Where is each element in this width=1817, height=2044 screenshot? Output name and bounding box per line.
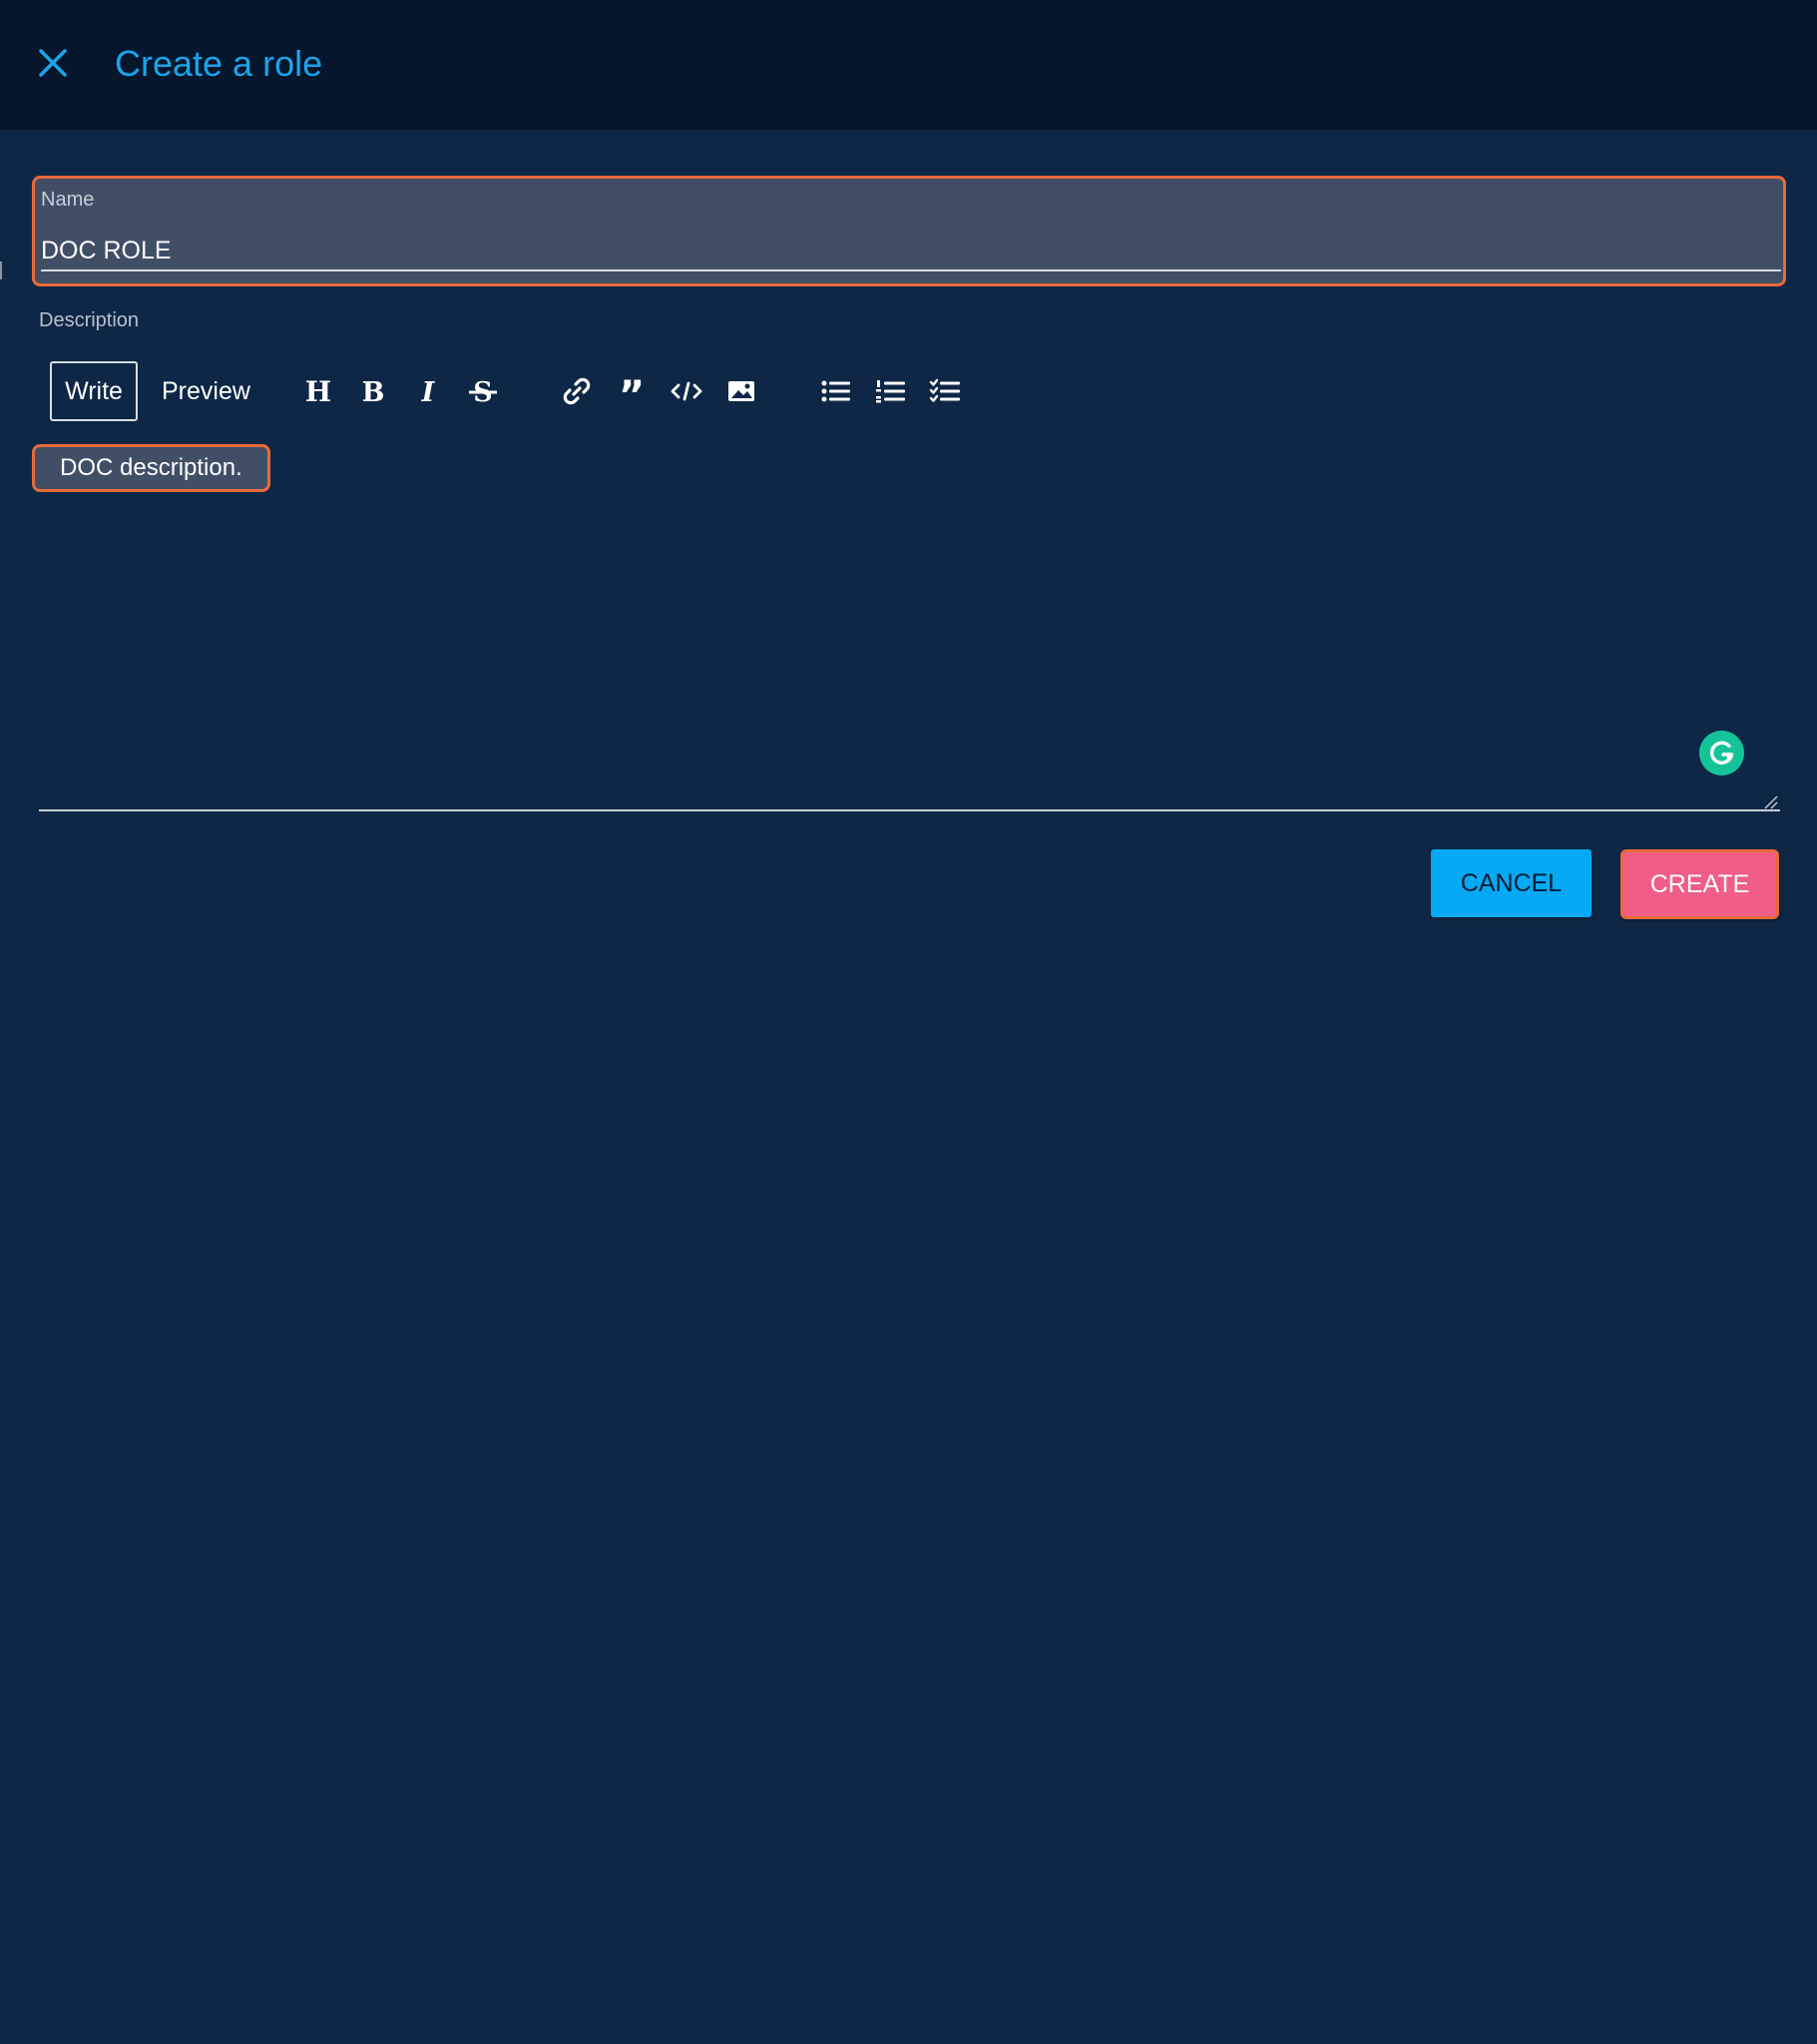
checked-list-icon[interactable] <box>928 373 964 409</box>
bold-icon[interactable]: B <box>355 373 391 409</box>
bulleted-list-icon[interactable] <box>818 373 854 409</box>
resize-handle-icon[interactable] <box>1762 793 1778 809</box>
image-icon[interactable] <box>723 373 759 409</box>
name-underline <box>41 269 1781 271</box>
svg-text:B: B <box>362 377 385 408</box>
svg-text:H: H <box>305 375 331 408</box>
name-input[interactable] <box>41 233 1777 268</box>
cancel-button[interactable]: CANCEL <box>1431 849 1591 917</box>
code-icon[interactable] <box>669 373 704 409</box>
name-label: Name <box>41 189 95 211</box>
heading-icon[interactable]: H <box>300 373 336 409</box>
dialog-header: Create a role <box>0 0 1817 130</box>
close-icon[interactable] <box>36 46 70 80</box>
name-field[interactable]: Name <box>32 176 1786 286</box>
left-edge-marker <box>0 261 2 279</box>
description-underline <box>39 809 1780 811</box>
page-title: Create a role <box>115 43 323 84</box>
tab-write[interactable]: Write <box>50 361 138 421</box>
svg-text:”: ” <box>619 373 645 409</box>
tab-preview[interactable]: Preview <box>162 361 250 421</box>
link-icon[interactable] <box>559 373 595 409</box>
strikethrough-icon[interactable]: S <box>465 373 501 409</box>
svg-text:I: I <box>421 377 436 408</box>
description-label: Description <box>39 309 140 331</box>
numbered-list-icon[interactable] <box>873 373 909 409</box>
create-button[interactable]: CREATE <box>1620 849 1779 919</box>
description-textarea[interactable]: DOC description. <box>32 444 270 492</box>
italic-icon[interactable]: I <box>410 373 446 409</box>
quote-icon[interactable]: ” <box>614 373 650 409</box>
grammarly-icon[interactable] <box>1699 731 1744 775</box>
